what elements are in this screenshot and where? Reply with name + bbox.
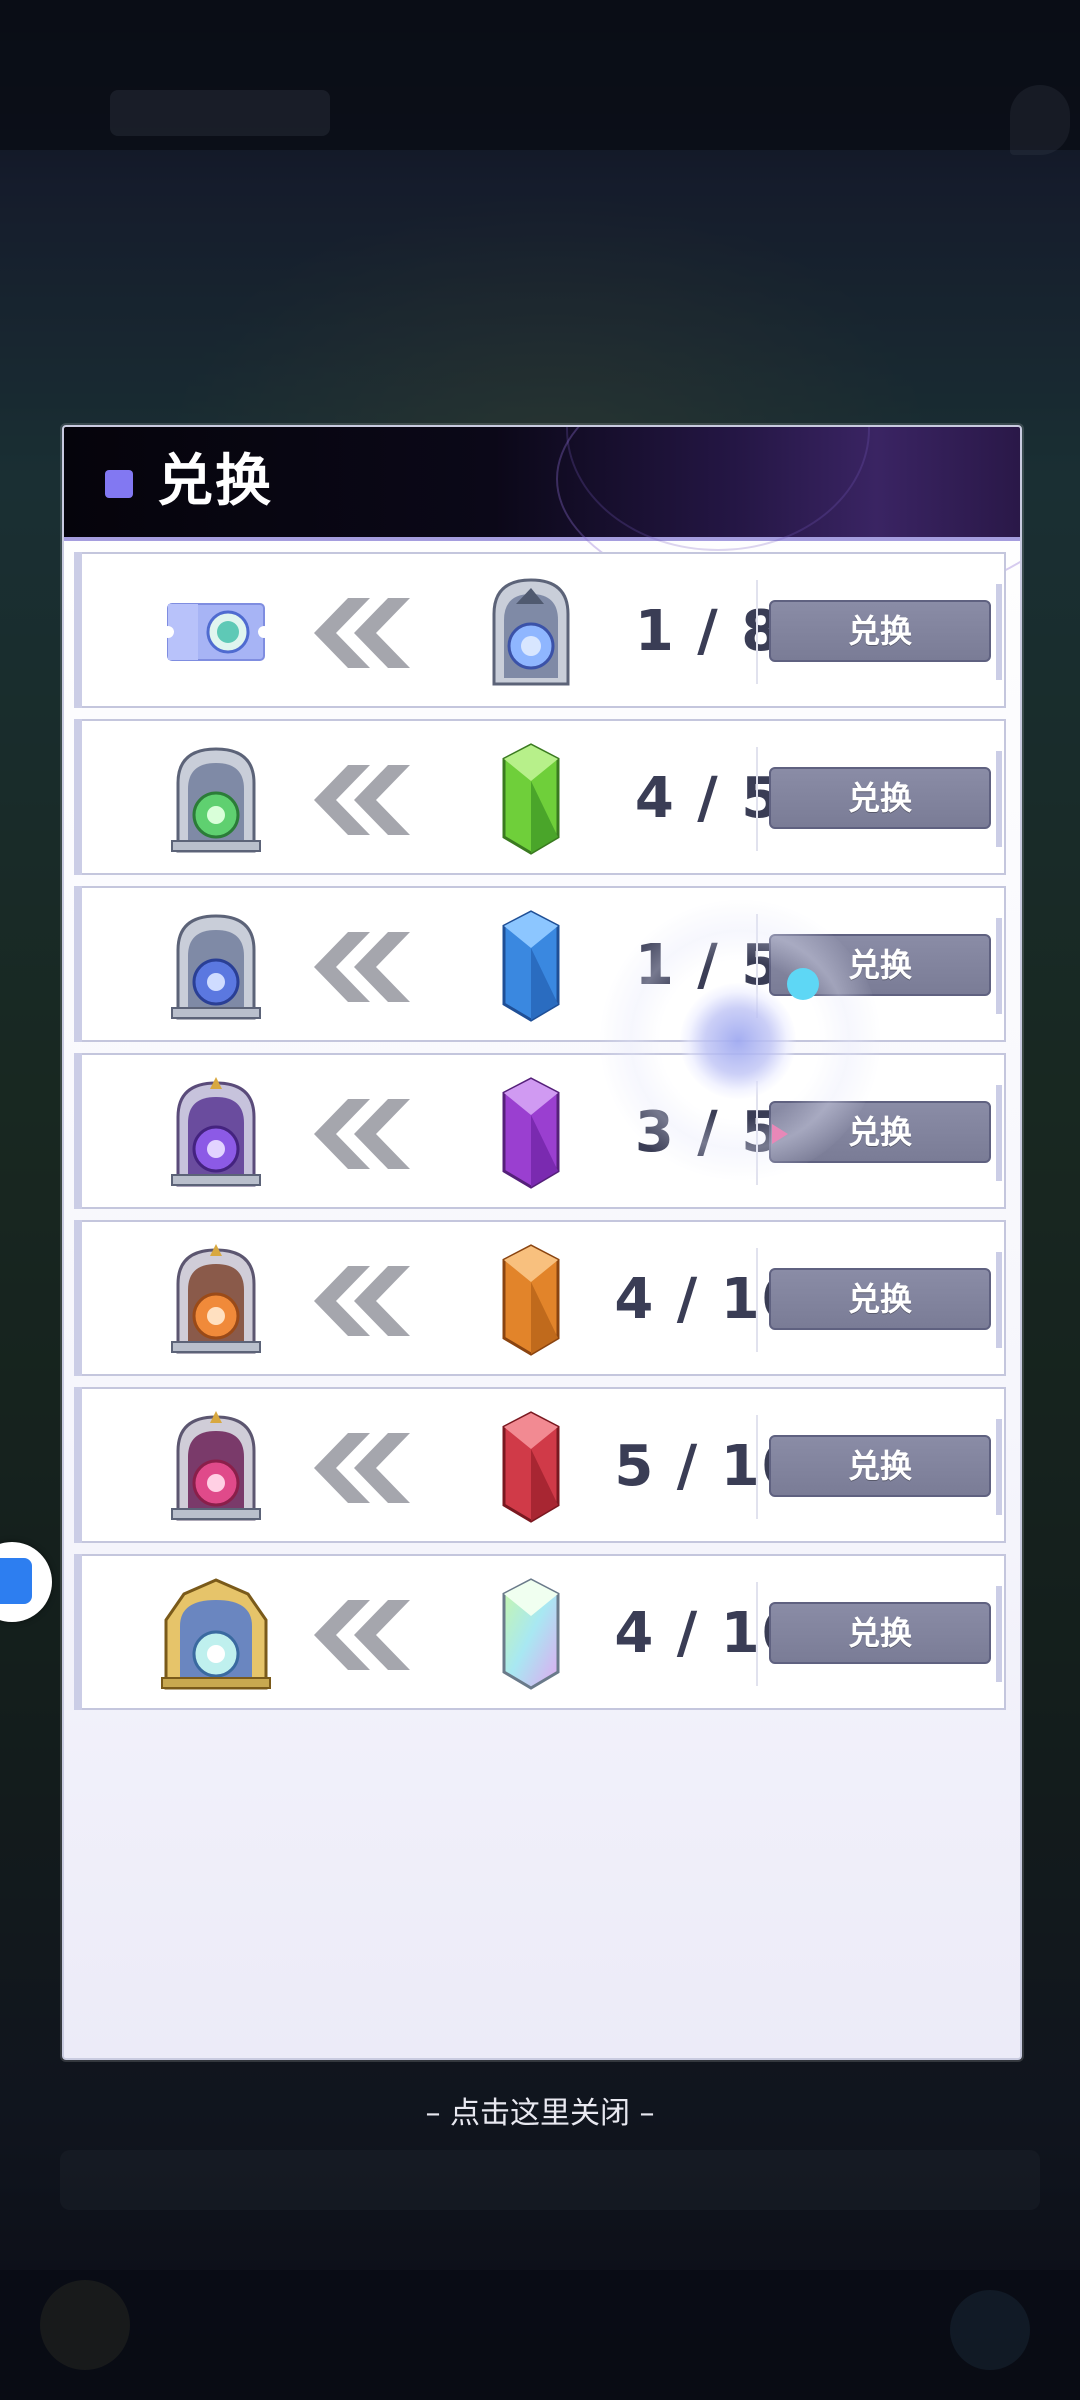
row-divider bbox=[756, 1582, 758, 1686]
title-marker-icon bbox=[105, 470, 133, 498]
silver-portal-blue-icon bbox=[486, 574, 576, 690]
touch-indicator-dot bbox=[787, 968, 819, 1000]
orange-crystal-icon bbox=[486, 1242, 576, 1358]
purple-crystal-icon bbox=[486, 1075, 576, 1191]
row-edge bbox=[996, 1252, 1002, 1348]
touch-ripple bbox=[680, 983, 796, 1099]
blue-crystal-icon bbox=[486, 908, 576, 1024]
exchange-row: 1 / 8 兑换 bbox=[74, 552, 1006, 708]
exchange-button[interactable]: 兑换 bbox=[769, 1268, 991, 1330]
exchange-dialog: 兑换 1 / 8 兑换 4 / 5 兑换 兑换 兑换 4 / 10 兑换 5 /… bbox=[62, 425, 1022, 2060]
exchange-button[interactable]: 兑换 bbox=[769, 600, 991, 662]
row-edge bbox=[996, 1586, 1002, 1682]
row-divider bbox=[756, 1415, 758, 1519]
ticket-icon bbox=[156, 574, 276, 690]
gold-portal-icon bbox=[156, 1576, 276, 1692]
row-edge bbox=[996, 751, 1002, 847]
exchange-row: 5 / 10 兑换 bbox=[74, 1387, 1006, 1543]
exchange-button[interactable]: 兑换 bbox=[769, 1602, 991, 1664]
silver-portal-green-icon bbox=[156, 741, 276, 857]
exchange-arrow-icon bbox=[314, 1600, 426, 1670]
dialog-header: 兑换 bbox=[64, 427, 1020, 611]
red-crystal-icon bbox=[486, 1409, 576, 1525]
exchange-arrow-icon bbox=[314, 598, 426, 668]
exchange-row: 4 / 5 兑换 bbox=[74, 719, 1006, 875]
orange-portal-icon bbox=[156, 1242, 276, 1358]
exchange-row: 4 / 10 兑换 bbox=[74, 1554, 1006, 1710]
row-divider bbox=[756, 1248, 758, 1352]
exchange-button[interactable]: 兑换 bbox=[769, 767, 991, 829]
row-divider bbox=[756, 747, 758, 851]
row-edge bbox=[996, 584, 1002, 680]
exchange-arrow-icon bbox=[314, 932, 426, 1002]
exchange-arrow-icon bbox=[314, 1433, 426, 1503]
silver-portal-blue-icon bbox=[156, 908, 276, 1024]
row-divider bbox=[756, 580, 758, 684]
rainbow-crystal-icon bbox=[486, 1576, 576, 1692]
assistant-icon bbox=[0, 1558, 32, 1604]
purple-portal-icon bbox=[156, 1075, 276, 1191]
selection-pointer-icon bbox=[772, 1124, 788, 1144]
red-portal-icon bbox=[156, 1409, 276, 1525]
row-edge bbox=[996, 1085, 1002, 1181]
exchange-arrow-icon bbox=[314, 1266, 426, 1336]
row-edge bbox=[996, 918, 1002, 1014]
exchange-arrow-icon bbox=[314, 1099, 426, 1169]
green-crystal-icon bbox=[486, 741, 576, 857]
exchange-arrow-icon bbox=[314, 765, 426, 835]
exchange-row: 4 / 10 兑换 bbox=[74, 1220, 1006, 1376]
row-edge bbox=[996, 1419, 1002, 1515]
dialog-title: 兑换 bbox=[157, 449, 273, 514]
exchange-button[interactable]: 兑换 bbox=[769, 1435, 991, 1497]
close-hint[interactable]: – 点击这里关闭 – bbox=[0, 2090, 1080, 2138]
